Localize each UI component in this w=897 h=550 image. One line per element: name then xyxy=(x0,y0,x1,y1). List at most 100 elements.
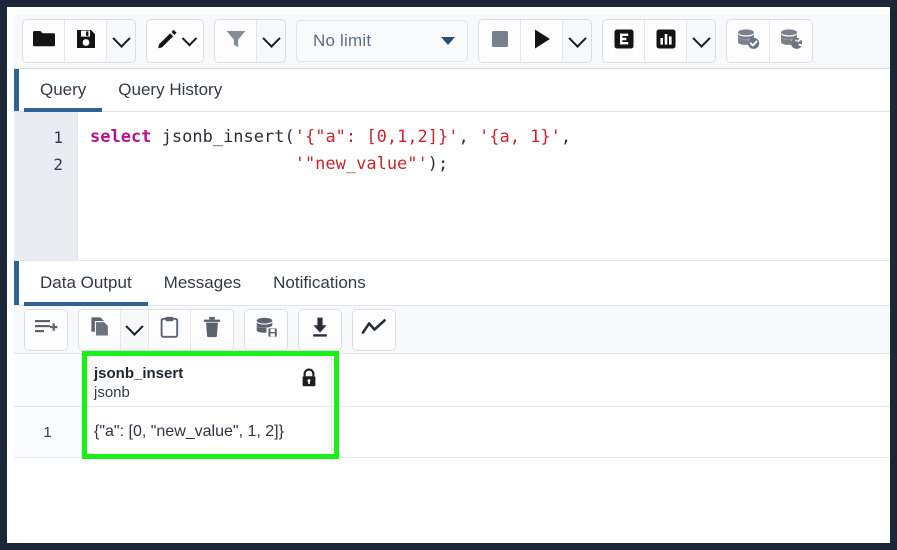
table-row[interactable]: 1 {"a": [0, "new_value", 1, 2]} xyxy=(14,407,897,458)
explain-options-button[interactable] xyxy=(687,20,715,62)
add-row-group xyxy=(24,309,68,351)
tab-query-label: Query xyxy=(40,80,86,100)
explain-button-group xyxy=(602,19,716,63)
result-toolbar xyxy=(14,306,897,354)
line-number-gutter: 1 2 xyxy=(14,112,78,260)
chevron-down-icon xyxy=(262,29,280,47)
edit-button[interactable] xyxy=(147,20,203,62)
download-button[interactable] xyxy=(299,310,341,350)
graph-visualiser-button[interactable] xyxy=(353,310,395,350)
explain-e-icon xyxy=(613,28,635,55)
clipboard-group xyxy=(78,309,234,351)
add-row-icon xyxy=(34,317,58,342)
filter-button[interactable] xyxy=(215,20,257,62)
copy-button[interactable] xyxy=(79,310,121,350)
sql-token: '"new_value"' xyxy=(295,154,428,174)
sql-line: select jsonb_insert('{"a": [0,1,2]}', '{… xyxy=(90,124,897,151)
sql-token xyxy=(90,154,295,174)
row-number: 1 xyxy=(43,424,51,441)
line-number: 1 xyxy=(14,124,63,151)
result-grid-header-row: jsonb_insert jsonb xyxy=(14,354,897,407)
add-row-button[interactable] xyxy=(25,310,67,350)
save-data-group xyxy=(244,309,288,351)
chevron-down-icon xyxy=(181,30,197,46)
window-frame: No limit xyxy=(0,0,897,550)
sql-token: ); xyxy=(428,154,448,174)
tab-messages-label: Messages xyxy=(164,273,241,293)
play-triangle-icon xyxy=(532,28,552,55)
sql-token: ( xyxy=(284,127,294,147)
tab-notifications[interactable]: Notifications xyxy=(257,261,382,305)
file-button-group xyxy=(22,19,136,63)
output-tab-strip: Data Output Messages Notifications xyxy=(14,261,897,306)
sql-token: jsonb_insert xyxy=(162,127,285,147)
paste-clipboard-icon xyxy=(160,316,179,343)
chevron-down-icon xyxy=(125,317,143,335)
execute-button[interactable] xyxy=(521,20,563,62)
save-file-button[interactable] xyxy=(65,20,107,62)
explain-analyze-button[interactable] xyxy=(645,20,687,62)
cell-value: {"a": [0, "new_value", 1, 2]} xyxy=(94,423,284,441)
download-group xyxy=(298,309,342,351)
column-type: jsonb xyxy=(94,383,319,402)
explain-button[interactable] xyxy=(603,20,645,62)
chevron-down-icon xyxy=(112,29,130,47)
sql-line: '"new_value"'); xyxy=(90,151,897,178)
delete-button[interactable] xyxy=(191,310,233,350)
sql-token: select xyxy=(90,127,162,147)
tab-data-output[interactable]: Data Output xyxy=(24,261,148,305)
save-data-changes-icon xyxy=(254,316,278,343)
save-options-button[interactable] xyxy=(107,20,135,62)
sql-token: , xyxy=(459,127,479,147)
delete-trash-icon xyxy=(203,316,221,343)
pencil-edit-icon xyxy=(156,28,178,55)
row-number-header-cell xyxy=(14,354,82,406)
column-name: jsonb_insert xyxy=(94,364,319,383)
pgadmin-query-tool: No limit xyxy=(14,14,897,550)
sql-token: , xyxy=(561,127,571,147)
rollback-database-undo-icon xyxy=(778,28,804,55)
save-data-changes-button[interactable] xyxy=(245,310,287,350)
graph-group xyxy=(352,309,396,351)
query-tool-toolbar: No limit xyxy=(14,14,897,69)
stop-button[interactable] xyxy=(479,20,521,62)
column-header-jsonb-insert[interactable]: jsonb_insert jsonb xyxy=(82,354,332,406)
transaction-button-group xyxy=(726,19,813,63)
sql-token: '{a, 1}' xyxy=(479,127,561,147)
chevron-down-icon xyxy=(692,29,710,47)
tab-messages[interactable]: Messages xyxy=(148,261,257,305)
rollback-button[interactable] xyxy=(770,20,812,62)
sql-code-area[interactable]: select jsonb_insert('{"a": [0,1,2]}', '{… xyxy=(78,112,897,260)
explain-analyze-chart-icon xyxy=(655,28,677,55)
row-number-cell: 1 xyxy=(14,407,82,457)
result-cell-jsonb-insert[interactable]: {"a": [0, "new_value", 1, 2]} xyxy=(82,407,332,457)
tab-notifications-label: Notifications xyxy=(273,273,366,293)
commit-database-check-icon xyxy=(735,28,761,55)
tab-query-history[interactable]: Query History xyxy=(102,69,238,111)
open-file-button[interactable] xyxy=(23,20,65,62)
graph-line-icon xyxy=(361,317,387,342)
filter-options-button[interactable] xyxy=(257,20,285,62)
paste-button[interactable] xyxy=(149,310,191,350)
commit-button[interactable] xyxy=(727,20,770,62)
result-grid-empty-area xyxy=(14,458,897,550)
result-grid: jsonb_insert jsonb 1 {"a": [0, "new_valu… xyxy=(14,354,897,550)
chevron-down-icon xyxy=(568,29,586,47)
line-number: 2 xyxy=(14,151,63,178)
filter-funnel-icon xyxy=(225,29,247,54)
execute-button-group xyxy=(478,19,592,63)
row-limit-select[interactable]: No limit xyxy=(296,20,468,62)
triangle-down-icon xyxy=(441,37,455,45)
edit-button-group xyxy=(146,19,204,63)
filter-button-group xyxy=(214,19,286,63)
execute-options-button[interactable] xyxy=(563,20,591,62)
sql-editor[interactable]: 1 2 select jsonb_insert('{"a": [0,1,2]}'… xyxy=(14,112,897,261)
tab-query[interactable]: Query xyxy=(24,69,102,111)
stop-square-icon xyxy=(490,29,510,54)
copy-icon xyxy=(90,316,110,343)
tab-data-output-label: Data Output xyxy=(40,273,132,293)
copy-options-button[interactable] xyxy=(121,310,149,350)
save-file-icon xyxy=(75,28,97,55)
query-tab-strip: Query Query History xyxy=(14,69,897,112)
row-limit-value: No limit xyxy=(313,31,371,51)
